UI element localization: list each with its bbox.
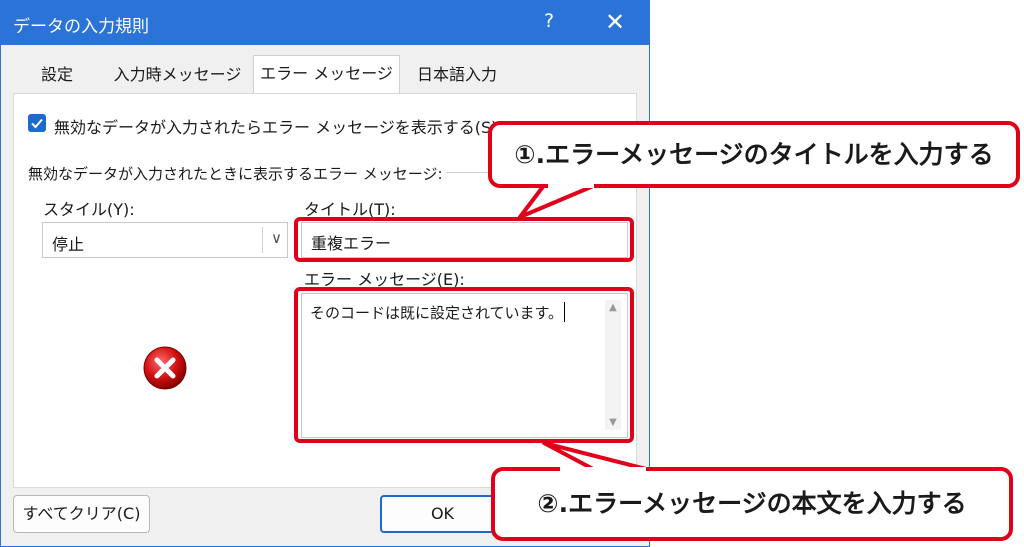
callout2-seam (560, 467, 646, 475)
callout1-seam (548, 180, 594, 188)
callout-message-instruction: ②.エラーメッセージの本文を入力する (491, 467, 1013, 541)
callout1-tail (518, 182, 652, 472)
callout-title-instruction: ①.エラーメッセージのタイトルを入力する (488, 121, 1020, 188)
